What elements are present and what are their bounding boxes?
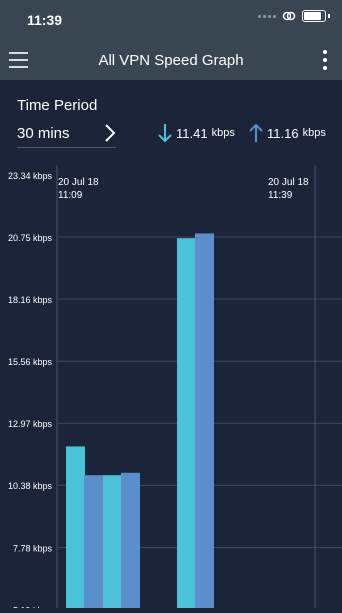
bar-download [66, 446, 85, 608]
bar-download [103, 475, 122, 608]
more-options-icon[interactable] [323, 50, 327, 74]
x-marker-time: 11:09 [58, 190, 83, 201]
status-bar: 11:39 [0, 0, 342, 40]
y-tick-label: 23.34 kbps [8, 171, 53, 181]
time-period-label: Time Period [17, 97, 98, 114]
download-speed: 11.41 kbps [158, 123, 235, 143]
speed-chart: 23.34 kbps 20.75 kbps 18.16 kbps 15.56 kbps… [0, 165, 342, 613]
y-tick-label: 20.75 kbps [8, 233, 53, 243]
app-header: All VPN Speed Graph [0, 40, 342, 80]
page-title: All VPN Speed Graph [98, 52, 244, 69]
speed-chart-svg: 23.34 kbps 20.75 kbps 18.16 kbps 15.56 kbps… [8, 165, 342, 613]
battery-icon [302, 10, 326, 22]
y-tick-label: 10.38 kbps [8, 481, 53, 491]
upload-speed: 11.16 kbps [249, 123, 326, 143]
download-arrow-icon [158, 124, 172, 143]
bar-upload [121, 472, 140, 608]
upload-speed-unit: kbps [302, 127, 326, 139]
download-speed-value: 11.41 [176, 125, 208, 141]
upload-arrow-icon [249, 123, 263, 142]
bar-download [177, 238, 196, 609]
x-marker-time: 11:39 [268, 190, 293, 201]
time-period-value: 30 mins [17, 125, 70, 142]
status-icons [258, 10, 330, 22]
download-speed-unit: kbps [211, 127, 235, 139]
y-tick-label: 18.16 kbps [8, 295, 53, 305]
status-time: 11:39 [27, 12, 63, 28]
y-tick-label: 15.56 kbps [8, 357, 53, 367]
x-marker-date: 20 Jul 18 [58, 177, 99, 188]
upload-speed-value: 11.16 [267, 125, 299, 141]
time-period-selector[interactable]: 30 mins [17, 123, 116, 148]
chevron-right-icon [105, 124, 116, 142]
bar-upload [195, 233, 214, 608]
vpn-link-icon [282, 11, 296, 21]
bar-upload [84, 475, 103, 608]
y-tick-label: 12.97 kbps [8, 419, 53, 429]
y-tick-label: 7.78 kbps [13, 543, 53, 553]
battery-tip [328, 14, 330, 18]
x-marker-date: 20 Jul 18 [268, 177, 309, 188]
signal-icon [258, 14, 276, 18]
